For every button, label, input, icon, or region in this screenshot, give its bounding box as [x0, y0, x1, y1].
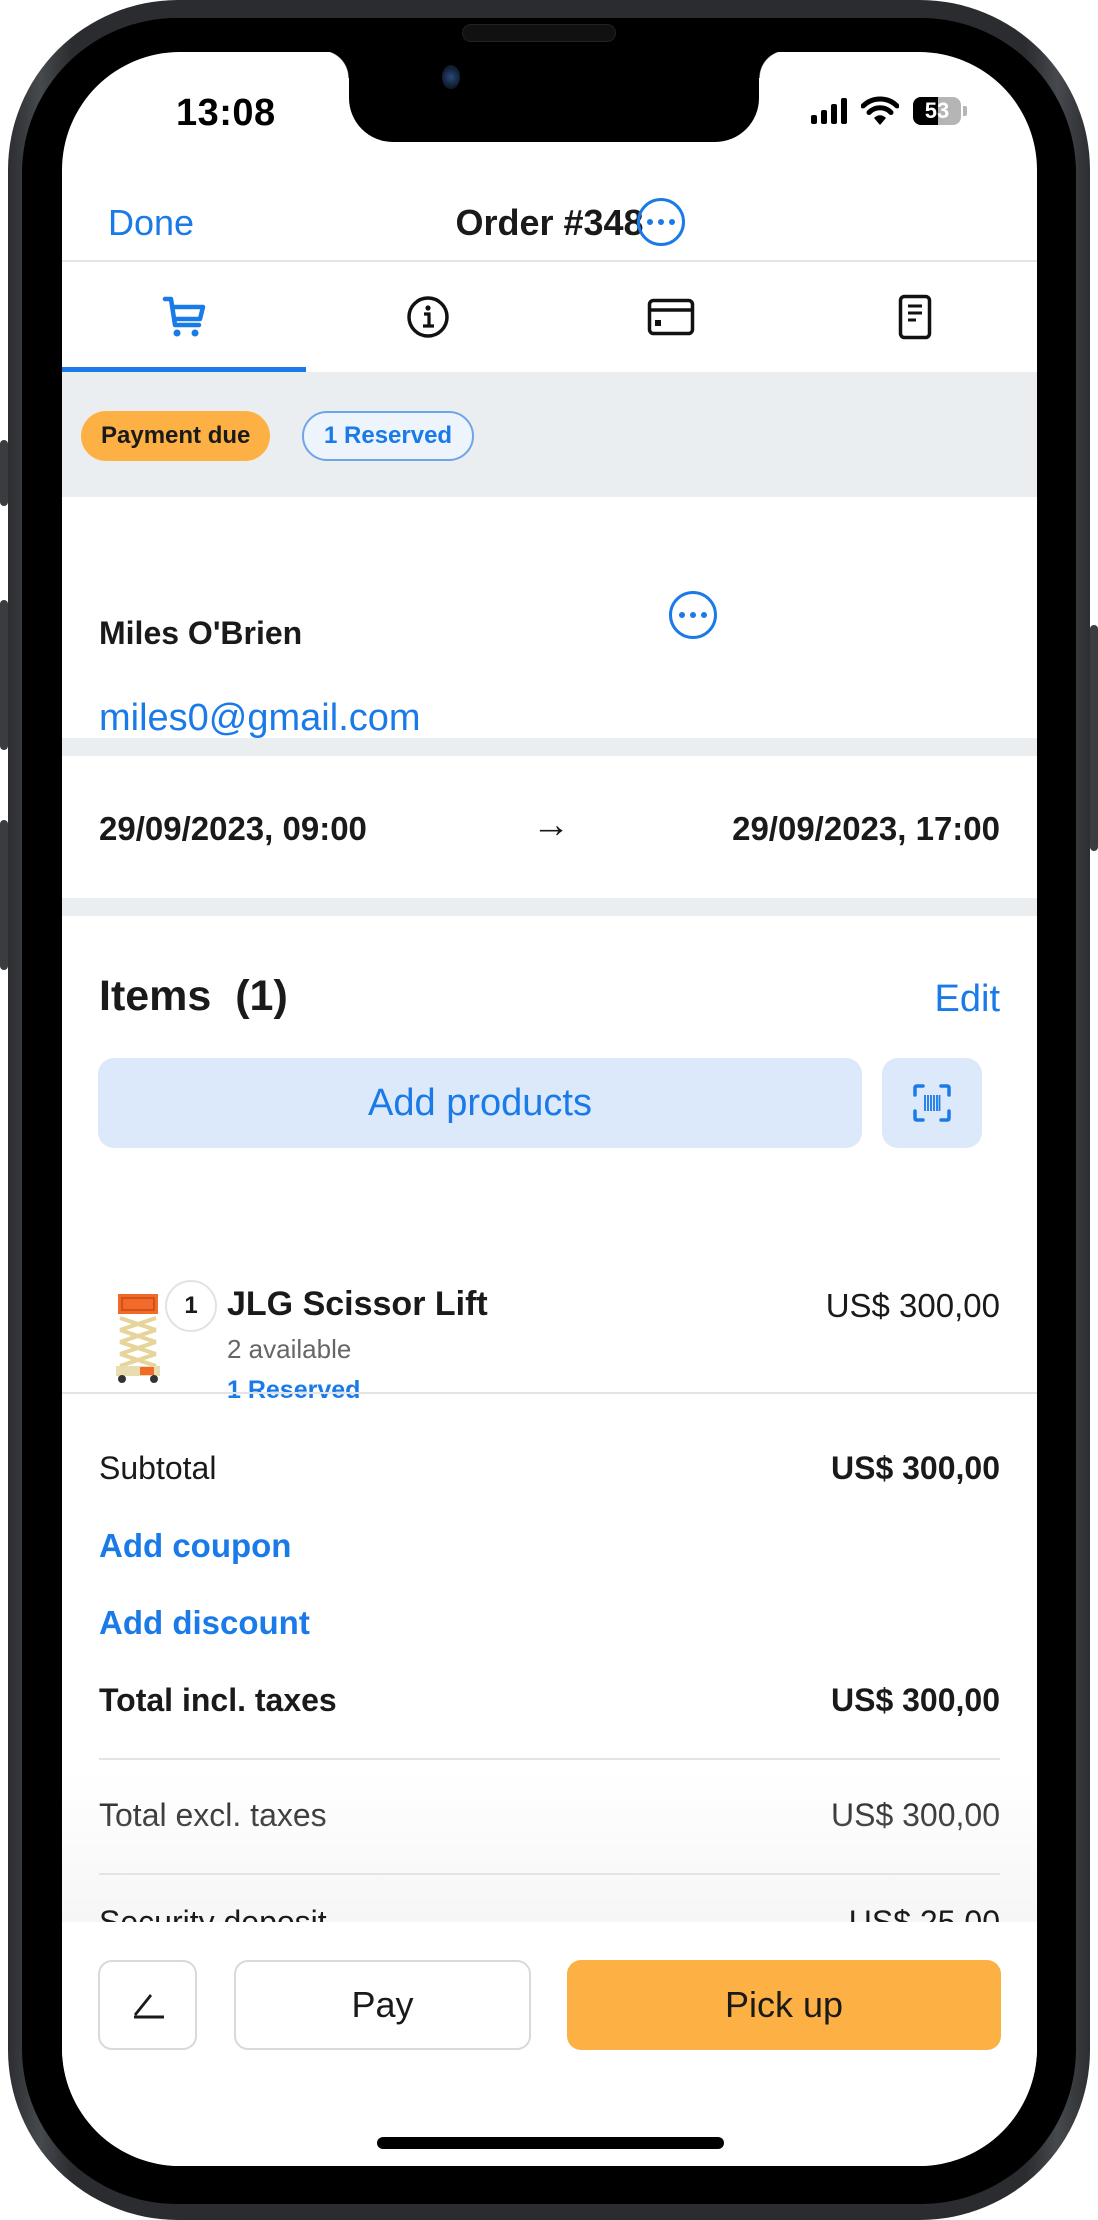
- subtotal-label: Subtotal: [99, 1450, 217, 1486]
- customer-more-button[interactable]: [669, 591, 717, 639]
- total-incl-taxes-label: Total incl. taxes: [99, 1682, 337, 1718]
- tab-payment[interactable]: [550, 262, 794, 372]
- rental-period[interactable]: 29/09/2023, 09:00 → 29/09/2023, 17:00: [62, 756, 1037, 898]
- add-coupon-link[interactable]: Add coupon: [99, 1527, 291, 1565]
- total-incl-taxes-value: US$ 300,00: [830, 1682, 1000, 1718]
- subtotal-row: Subtotal US$ 300,00: [99, 1450, 1000, 1487]
- nav-header: Done Order #348: [62, 182, 1037, 262]
- divider: [99, 1758, 1000, 1760]
- subtotal-value: US$ 300,00: [830, 1450, 1000, 1486]
- battery-cap: [963, 106, 967, 116]
- ellipsis-dot: [669, 219, 675, 225]
- product-thumbnail: [116, 1294, 160, 1383]
- reserved-badge: 1 Reserved: [302, 411, 475, 461]
- order-more-button[interactable]: [637, 198, 685, 246]
- total-incl-taxes-row: Total incl. taxes US$ 300,00: [99, 1682, 1000, 1719]
- scan-barcode-button[interactable]: [882, 1058, 982, 1148]
- pencil-icon: [133, 1994, 164, 2019]
- customer-email-link[interactable]: miles0@gmail.com: [99, 697, 421, 740]
- total-excl-taxes-row: Total excl. taxes US$ 300,00: [99, 1797, 1000, 1834]
- dynamic-island: [321, 52, 787, 142]
- status-time: 13:08: [176, 92, 276, 134]
- status-badges-section: Payment due 1 Reserved: [62, 372, 1037, 497]
- volume-up-button: [0, 600, 8, 750]
- battery-percent: 53: [924, 98, 950, 123]
- add-products-button[interactable]: Add products: [98, 1058, 862, 1148]
- action-button: [0, 440, 8, 506]
- section-separator: [62, 898, 1037, 916]
- battery-icon: 53: [913, 97, 961, 125]
- home-indicator[interactable]: [377, 2137, 724, 2149]
- front-camera: [442, 65, 460, 89]
- ellipsis-dot: [658, 219, 664, 225]
- payment-status-badge: Payment due: [81, 411, 271, 461]
- customer-name: Miles O'Brien: [99, 615, 303, 651]
- cart-icon: [162, 296, 206, 337]
- cellular-signal-icon: [811, 98, 847, 124]
- credit-card-icon: [648, 298, 695, 336]
- item-reservation-status: 1 Reserved: [227, 1376, 361, 1404]
- tab-bar: [62, 262, 1037, 372]
- barcode-scan-icon: [913, 1084, 951, 1122]
- item-availability: 2 available: [227, 1334, 352, 1364]
- bottom-action-bar: Pay Pick up: [62, 1922, 1037, 2166]
- info-icon: [406, 296, 449, 338]
- pay-button[interactable]: Pay: [234, 1960, 531, 2050]
- scroll-fade: [62, 1772, 1037, 1922]
- add-discount-link[interactable]: Add discount: [99, 1604, 310, 1642]
- document-icon: [898, 294, 932, 340]
- tab-info[interactable]: [306, 262, 550, 372]
- power-button: [1090, 625, 1098, 851]
- start-date: 29/09/2023, 09:00: [99, 810, 367, 847]
- item-quantity-badge: 1: [165, 1280, 217, 1332]
- screen: 13:08 53 Done Order #348 Payment due 1 R…: [62, 52, 1037, 2166]
- tab-documents[interactable]: [793, 262, 1037, 372]
- tab-cart[interactable]: [62, 262, 306, 372]
- wifi-icon: [861, 96, 899, 125]
- total-excl-taxes-label: Total excl. taxes: [99, 1797, 327, 1833]
- page-title: Order #348: [455, 202, 644, 243]
- section-separator: [62, 738, 1037, 756]
- earpiece-speaker: [462, 24, 616, 42]
- divider: [99, 1873, 1000, 1875]
- items-heading: Items (1): [99, 972, 288, 1020]
- ellipsis-dot: [690, 612, 696, 618]
- order-item-row[interactable]: 1 JLG Scissor Lift 2 available 1 Reserve…: [62, 1202, 1037, 1442]
- status-icons: 53: [811, 96, 967, 126]
- ellipsis-icon: [679, 612, 685, 618]
- total-excl-taxes-value: US$ 300,00: [830, 1797, 1000, 1833]
- item-price: US$ 300,00: [825, 1287, 1000, 1324]
- item-name: JLG Scissor Lift: [227, 1285, 488, 1323]
- arrow-right-icon: →: [532, 804, 570, 846]
- ellipsis-dot: [701, 612, 707, 618]
- items-edit-button[interactable]: Edit: [935, 978, 1000, 1021]
- divider: [62, 1392, 1037, 1394]
- pick-up-button[interactable]: Pick up: [567, 1960, 1001, 2050]
- end-date: 29/09/2023, 17:00: [732, 810, 1000, 847]
- edit-order-button[interactable]: [98, 1960, 197, 2050]
- customer-section: Miles O'Brien miles0@gmail.com: [62, 497, 1037, 740]
- volume-down-button: [0, 820, 8, 970]
- ellipsis-icon: [647, 219, 653, 225]
